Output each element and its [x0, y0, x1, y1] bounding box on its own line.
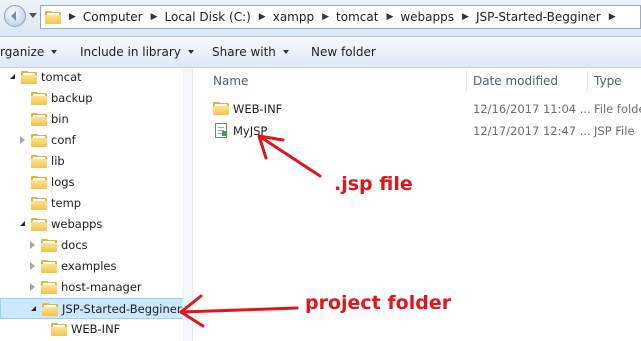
project-folder-annotation: project folder [305, 292, 452, 314]
recent-pages-dropdown-icon[interactable] [29, 13, 37, 18]
folder-icon [31, 155, 47, 168]
column-divider[interactable] [587, 70, 588, 92]
sidebar-item-label: logs [51, 175, 75, 189]
sidebar-item-label: webapps [51, 217, 103, 231]
file-date: 12/16/2017 11:04 ... [473, 102, 591, 116]
column-header-date-modified[interactable]: Date modified [473, 68, 558, 93]
file-name: WEB-INF [233, 102, 283, 116]
folder-icon [21, 71, 37, 84]
folder-icon [213, 102, 229, 115]
chevron-right-icon: ▶ [386, 12, 394, 22]
chevron-right-icon: ▶ [462, 12, 469, 22]
chevron-right-icon: ▶ [608, 12, 616, 22]
folder-icon [41, 239, 57, 252]
sidebar-item-bin[interactable]: bin [0, 109, 192, 130]
breadcrumb-end[interactable]: ▶ [601, 12, 623, 22]
breadcrumb-item-local-disk[interactable]: ▶ Local Disk (C:) [143, 10, 251, 24]
column-divider[interactable] [466, 70, 467, 92]
folder-icon [41, 281, 57, 294]
pane-splitter[interactable] [192, 68, 193, 341]
sidebar-item-temp[interactable]: temp [0, 193, 192, 214]
folder-icon [41, 260, 57, 273]
chevron-right-icon: ▶ [150, 12, 158, 22]
folder-icon [42, 303, 58, 316]
command-bar: rganize Include in library Share with Ne… [0, 37, 641, 68]
share-with-button[interactable]: Share with [212, 37, 289, 67]
file-row-web-inf[interactable]: WEB-INF 12/16/2017 11:04 ... File folder [210, 99, 641, 119]
sidebar-item-label: backup [51, 91, 93, 105]
sidebar-item-label: lib [51, 154, 65, 168]
new-folder-button[interactable]: New folder [311, 37, 376, 67]
sidebar-item-label: WEB-INF [71, 322, 121, 336]
sidebar-item-docs[interactable]: docs [0, 235, 192, 256]
sidebar-item-label: conf [51, 133, 76, 147]
file-type: JSP File [594, 124, 635, 138]
sidebar-item-conf[interactable]: conf [0, 130, 192, 151]
sidebar-item-label: host-manager [61, 280, 142, 294]
collapse-icon[interactable] [10, 74, 15, 79]
column-header-type[interactable]: Type [594, 68, 622, 93]
breadcrumb-item-xampp[interactable]: ▶ xampp [251, 10, 314, 24]
sidebar-item-jsp-started-begginer[interactable]: JSP-Started-Begginer [0, 298, 192, 319]
expand-icon[interactable] [30, 262, 35, 270]
sidebar-item-host-manager[interactable]: host-manager [0, 277, 192, 298]
folder-icon [31, 92, 47, 105]
expand-icon[interactable] [20, 136, 25, 144]
file-type: File folder [594, 102, 641, 116]
chevron-right-icon: ▶ [322, 12, 330, 22]
folder-icon [51, 323, 67, 336]
chevron-down-icon [51, 50, 58, 54]
breadcrumb-item-webapps[interactable]: ▶ webapps [378, 10, 454, 24]
jsp-file-annotation: .jsp file [334, 173, 413, 195]
back-button[interactable] [4, 5, 26, 27]
chevron-right-icon: ▶ [69, 12, 76, 22]
breadcrumb-item-tomcat[interactable]: ▶ tomcat [314, 10, 378, 24]
file-name: MyJSP [233, 124, 268, 138]
include-in-library-button[interactable]: Include in library [80, 37, 194, 67]
sidebar-item-label: docs [61, 238, 88, 252]
sidebar-item-label: JSP-Started-Begginer [62, 302, 182, 316]
file-row-myjsp[interactable]: MyJSP 12/17/2017 12:47 ... JSP File [210, 121, 641, 141]
folder-icon [45, 10, 61, 24]
breadcrumb-item-project[interactable]: ▶ JSP-Started-Begginer [454, 10, 601, 24]
jsp-file-icon [215, 123, 227, 138]
expand-icon[interactable] [30, 241, 35, 249]
folder-icon [31, 134, 47, 147]
sidebar-item-backup[interactable]: backup [0, 88, 192, 109]
chevron-right-icon: ▶ [258, 12, 266, 22]
collapse-icon[interactable] [31, 306, 36, 311]
chevron-down-icon [187, 50, 194, 54]
file-date: 12/17/2017 12:47 ... [473, 124, 591, 138]
folder-icon [31, 197, 47, 210]
chevron-down-icon [282, 50, 289, 54]
sidebar-item-logs[interactable]: logs [0, 172, 192, 193]
collapse-icon[interactable] [20, 221, 25, 226]
breadcrumb-item-computer[interactable]: ▶ Computer [61, 10, 143, 24]
navigation-scrollbar[interactable] [183, 68, 192, 341]
sidebar-item-webapps[interactable]: webapps [0, 214, 192, 235]
navigation-pane: tomcat backup bin conf lib logs temp webapps doc… [0, 68, 192, 341]
address-bar: ▶ Computer ▶ Local Disk (C:) ▶ xampp ▶ tomca… [0, 0, 641, 37]
sidebar-item-examples[interactable]: examples [0, 256, 192, 277]
folder-icon [31, 218, 47, 231]
sidebar-item-label: bin [51, 112, 69, 126]
sidebar-item-web-inf[interactable]: WEB-INF [0, 319, 192, 340]
folder-icon [31, 113, 47, 126]
sidebar-item-label: temp [51, 196, 82, 210]
sidebar-item-tomcat[interactable]: tomcat [0, 68, 192, 88]
organize-button[interactable]: rganize [0, 37, 58, 67]
column-header-name[interactable]: Name [213, 68, 248, 93]
sidebar-item-lib[interactable]: lib [0, 151, 192, 172]
breadcrumb[interactable]: ▶ Computer ▶ Local Disk (C:) ▶ xampp ▶ tomca… [40, 5, 641, 29]
expand-icon[interactable] [30, 283, 35, 291]
sidebar-item-label: examples [61, 259, 117, 273]
folder-icon [31, 176, 47, 189]
sidebar-item-label: tomcat [41, 70, 82, 84]
